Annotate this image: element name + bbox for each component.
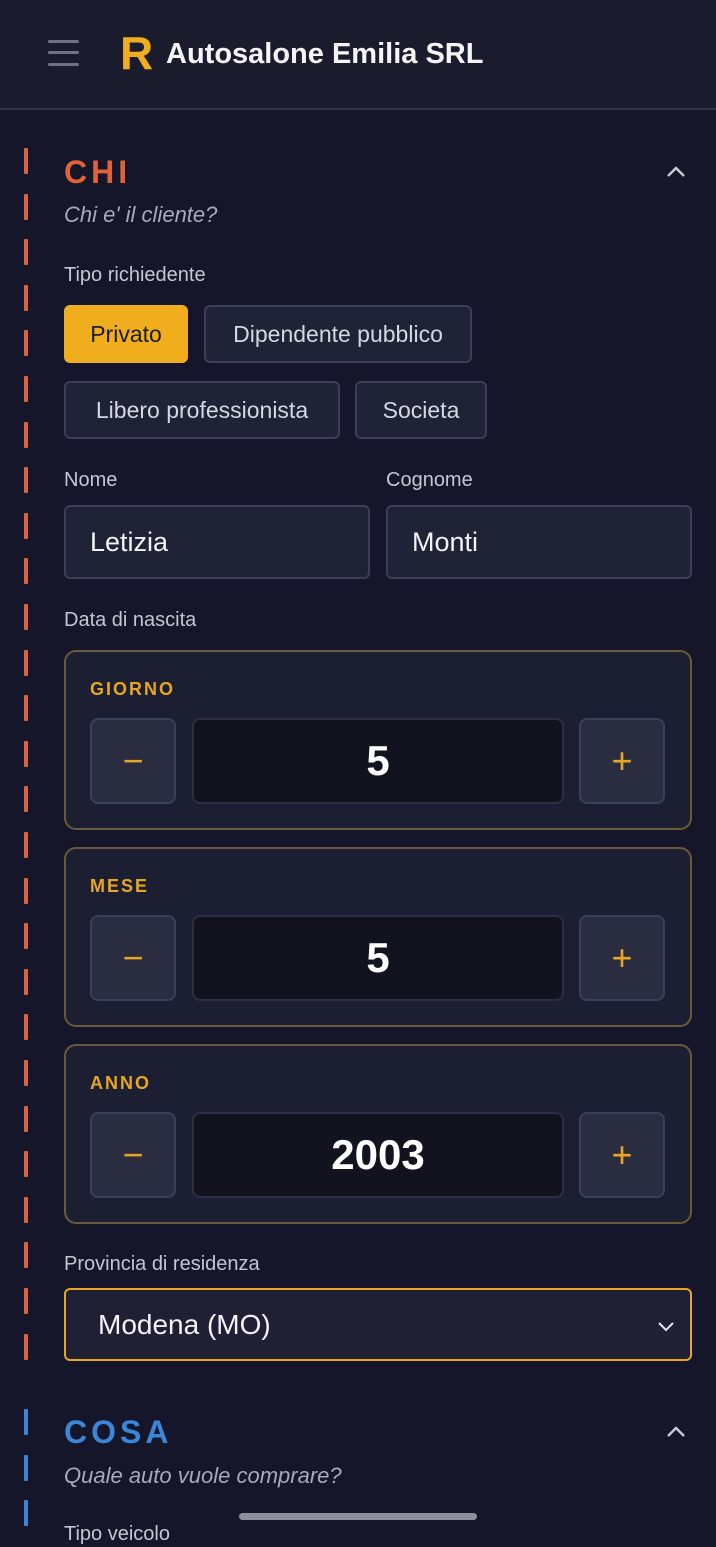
chevron-up-icon[interactable]: [665, 161, 687, 183]
mese-value[interactable]: 5: [192, 915, 564, 1001]
nome-input[interactable]: Letizia: [64, 505, 370, 579]
mese-stepper: MESE − 5 +: [64, 847, 692, 1027]
timeline-dash: [24, 1334, 28, 1360]
timeline-dash: [24, 1197, 28, 1223]
mese-label: MESE: [90, 876, 150, 896]
section-title-cosa: COSA: [64, 1414, 173, 1450]
section-title-chi: CHI: [64, 154, 132, 190]
section-subtitle-cosa: Quale auto vuole comprare?: [64, 1463, 342, 1488]
chip-privato[interactable]: Privato: [64, 305, 188, 363]
mese-decrement-button[interactable]: −: [90, 915, 176, 1001]
app-logo: R: [120, 27, 154, 79]
timeline-dash: [24, 148, 28, 174]
cognome-input[interactable]: Monti: [386, 505, 692, 579]
mese-increment-button[interactable]: +: [579, 915, 665, 1001]
tipo-veicolo-label: Tipo veicolo: [64, 1523, 170, 1545]
timeline-dash: [24, 741, 28, 767]
app-header: R Autosalone Emilia SRL: [0, 0, 716, 110]
section-subtitle-chi: Chi e' il cliente?: [64, 202, 218, 227]
timeline-dash: [24, 285, 28, 311]
timeline-dash: [24, 376, 28, 402]
anno-decrement-button[interactable]: −: [90, 1112, 176, 1198]
timeline-dash: [24, 1409, 28, 1435]
data-nascita-label: Data di nascita: [64, 609, 197, 631]
nome-label: Nome: [64, 469, 118, 491]
timeline-dash: [24, 1455, 28, 1481]
provincia-select[interactable]: Modena (MO): [64, 1288, 692, 1361]
chip-societa[interactable]: Societa: [355, 381, 487, 439]
timeline-dash: [24, 422, 28, 448]
chevron-up-icon[interactable]: [665, 1421, 687, 1443]
anno-stepper: ANNO − 2003 +: [64, 1044, 692, 1224]
chevron-down-icon: [658, 1322, 674, 1332]
timeline-dash: [24, 1151, 28, 1177]
cognome-label: Cognome: [386, 469, 473, 491]
timeline-dash: [24, 513, 28, 539]
giorno-label: GIORNO: [90, 679, 176, 699]
timeline-dash: [24, 239, 28, 265]
timeline-dash: [24, 832, 28, 858]
chip-dipendente-pubblico[interactable]: Dipendente pubblico: [204, 305, 472, 363]
timeline-dash: [24, 923, 28, 949]
giorno-stepper: GIORNO − 5 +: [64, 650, 692, 830]
timeline-dash: [24, 650, 28, 676]
timeline-dash: [24, 467, 28, 493]
provincia-label: Provincia di residenza: [64, 1253, 260, 1275]
chip-libero-professionista[interactable]: Libero professionista: [64, 381, 340, 439]
hamburger-menu-icon[interactable]: [48, 38, 79, 68]
timeline-dash: [24, 330, 28, 356]
home-indicator[interactable]: [239, 1513, 477, 1520]
provincia-value: Modena (MO): [98, 1308, 271, 1340]
timeline-dash: [24, 1106, 28, 1132]
timeline-dash: [24, 1014, 28, 1040]
timeline-dash: [24, 1500, 28, 1526]
giorno-decrement-button[interactable]: −: [90, 718, 176, 804]
timeline-dash: [24, 878, 28, 904]
tipo-richiedente-label: Tipo richiedente: [64, 264, 206, 286]
timeline-dash: [24, 1060, 28, 1086]
timeline-dash: [24, 558, 28, 584]
giorno-value[interactable]: 5: [192, 718, 564, 804]
app-title: Autosalone Emilia SRL: [166, 38, 484, 70]
anno-increment-button[interactable]: +: [579, 1112, 665, 1198]
timeline-dash: [24, 194, 28, 220]
anno-label: ANNO: [90, 1073, 151, 1093]
timeline-dash: [24, 604, 28, 630]
timeline-dash: [24, 695, 28, 721]
timeline-dash: [24, 969, 28, 995]
anno-value[interactable]: 2003: [192, 1112, 564, 1198]
timeline-dash: [24, 1288, 28, 1314]
giorno-increment-button[interactable]: +: [579, 718, 665, 804]
timeline-dash: [24, 1242, 28, 1268]
timeline-dash: [24, 786, 28, 812]
